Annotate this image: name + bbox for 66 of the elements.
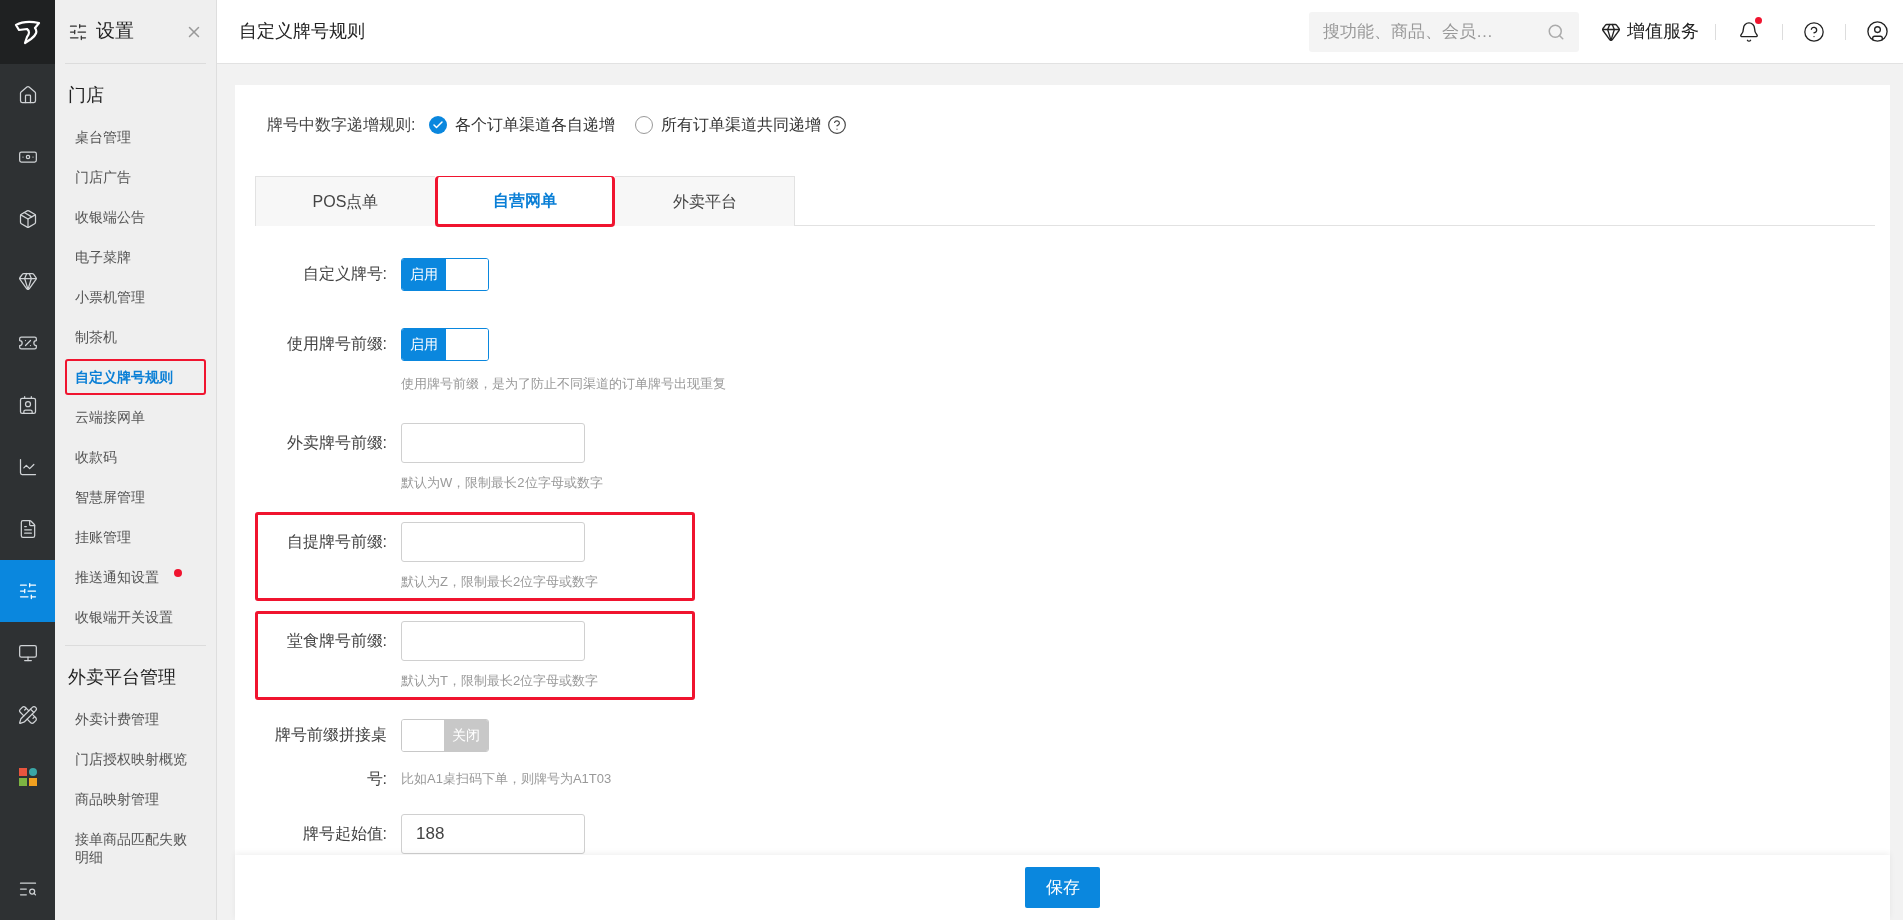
chart-icon (17, 457, 38, 477)
tab[interactable]: 自营网单 (435, 176, 615, 227)
sidebar-group-title: 外卖平台管理 (68, 667, 176, 687)
text-input[interactable] (401, 423, 585, 463)
tab[interactable]: 外卖平台 (615, 176, 795, 226)
field-label: 牌号起始值: (302, 825, 387, 842)
sidebar-item[interactable]: 收银端开关设置 (65, 599, 206, 635)
sidebar-title: 设置 (96, 19, 134, 44)
sidebar-item[interactable]: 收银端公告 (65, 199, 206, 235)
gem-icon (1601, 21, 1621, 42)
help-icon[interactable] (1803, 20, 1825, 43)
sidebar-item[interactable]: 推送通知设置 (65, 559, 206, 595)
gem-icon (17, 271, 38, 291)
sidebar-item[interactable]: 收款码 (65, 439, 206, 475)
text-input[interactable] (401, 621, 585, 661)
sidebar-item[interactable]: 门店授权映射概览 (65, 741, 206, 777)
field-hint: 默认为Z，限制最长2位字母或数字 (401, 574, 599, 589)
sidebar-item[interactable]: 制茶机 (65, 319, 206, 355)
settings-icon (68, 21, 88, 42)
home-icon (17, 85, 38, 105)
sidebar-item[interactable]: 小票机管理 (65, 279, 206, 315)
sidebar-group-title: 门店 (68, 85, 104, 105)
apps-icon (17, 767, 38, 787)
field-label: 堂食牌号前缀: (286, 632, 387, 649)
user-icon[interactable] (1866, 20, 1889, 43)
sidebar-item[interactable]: 智慧屏管理 (65, 479, 206, 515)
value-service-link[interactable]: 增值服务 (1601, 18, 1699, 45)
sidebar-item[interactable]: 云端接网单 (65, 399, 206, 435)
sidebar-item[interactable]: 门店广告 (65, 159, 206, 195)
page-title: 自定义牌号规则 (239, 20, 365, 43)
field-label: 使用牌号前缀: (286, 335, 387, 352)
monitor-icon (17, 643, 38, 663)
field-hint: 默认为T，限制最长2位字母或数字 (401, 673, 599, 688)
field-hint: 比如A1桌扫码下单，则牌号为A1T03 (401, 770, 612, 789)
sidebar-item[interactable]: 电子菜牌 (65, 239, 206, 275)
search-field[interactable]: 搜功能、商品、会员… (1309, 11, 1579, 52)
field-label: 自提牌号前缀: (286, 533, 387, 550)
bell-icon (1738, 20, 1760, 43)
field-label: 外卖牌号前缀: (286, 434, 387, 451)
toggle-switch[interactable]: 启用 (401, 257, 489, 291)
check-icon (432, 119, 445, 131)
radio-option[interactable]: 各个订单渠道各自递增 (429, 113, 616, 137)
sidebar-item[interactable]: 自定义牌号规则 (65, 359, 206, 395)
logo-icon (12, 19, 43, 45)
sidebar-item[interactable]: 商品映射管理 (65, 781, 206, 817)
field-label: 自定义牌号: (302, 265, 387, 282)
sidebar-item[interactable]: 桌台管理 (65, 119, 206, 155)
text-input[interactable]: 188 (401, 814, 585, 854)
radio-button[interactable] (429, 116, 448, 134)
field-hint: 使用牌号前缀，是为了防止不同渠道的订单牌号出现重复 (401, 376, 726, 391)
save-button[interactable]: 保存 (1025, 867, 1100, 908)
text-input[interactable] (401, 522, 585, 562)
box-icon (17, 209, 38, 229)
help-icon[interactable] (827, 115, 848, 135)
sidebar-item[interactable]: 接单商品匹配失败明细 (65, 821, 206, 875)
sidebar-item[interactable]: 挂账管理 (65, 519, 206, 555)
sliders-icon (17, 581, 38, 601)
sidebar-item[interactable]: 外卖计费管理 (65, 701, 206, 737)
tab[interactable]: POS点单 (255, 176, 435, 226)
rule-label: 牌号中数字递增规则: (267, 115, 416, 135)
pencil-ruler-icon (17, 705, 38, 725)
field-hint: 默认为W，限制最长2位字母或数字 (401, 475, 603, 490)
toggle-switch[interactable]: 启用 (401, 327, 489, 361)
field-label: 牌号前缀拼接桌号: (275, 726, 387, 787)
id-card-icon (17, 395, 38, 415)
radio-option[interactable]: 所有订单渠道共同递增 (635, 113, 822, 137)
